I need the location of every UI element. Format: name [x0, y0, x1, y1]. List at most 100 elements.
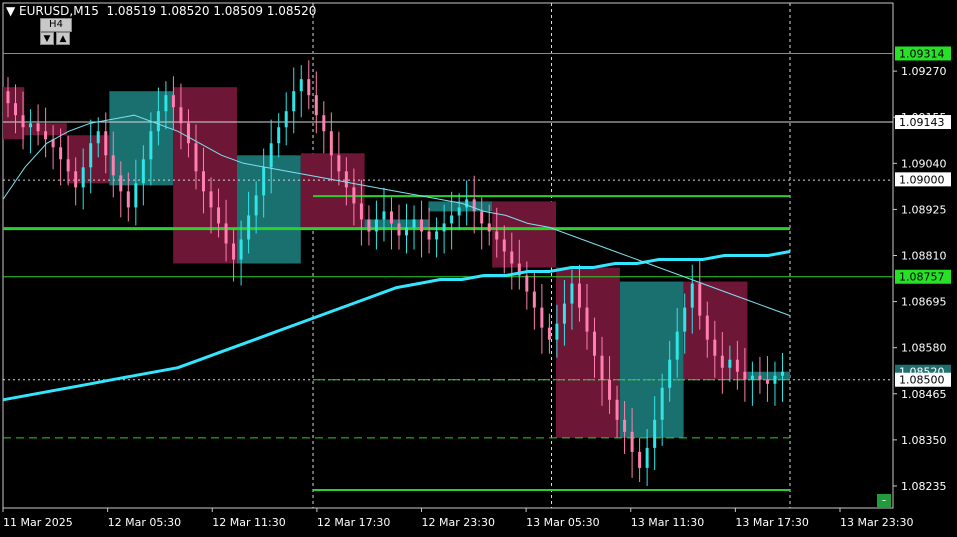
- htf-candle: [66, 135, 110, 184]
- symbol-label: EURUSD,M15: [19, 4, 99, 18]
- candle-body: [382, 211, 386, 220]
- candle-body: [81, 167, 85, 188]
- candle-body: [720, 355, 724, 368]
- candle-body: [374, 219, 378, 232]
- candle-body: [134, 183, 138, 208]
- candle-body: [600, 355, 604, 380]
- x-tick-label: 13 Mar 23:30: [840, 516, 913, 529]
- candle-body: [119, 175, 123, 192]
- price-label-text: 1.09143: [899, 116, 945, 129]
- y-tick-label: 1.08580: [901, 342, 947, 355]
- timeframe-button[interactable]: H4: [40, 18, 72, 32]
- candle-body: [412, 219, 416, 228]
- chart-canvas[interactable]: 1.092701.091551.090401.089251.088101.086…: [0, 0, 957, 533]
- candle-body: [570, 283, 574, 304]
- candle-body: [765, 379, 769, 384]
- timeframe-arrows: ▼ ▲: [40, 32, 70, 45]
- y-tick-label: 1.09040: [901, 157, 947, 170]
- htf-candle: [109, 91, 174, 186]
- candle-body: [344, 171, 348, 188]
- candle-body: [510, 251, 514, 264]
- candle-body: [126, 191, 130, 208]
- y-tick-label: 1.09270: [901, 65, 947, 78]
- candle-body: [743, 371, 747, 380]
- candle-body: [156, 111, 160, 132]
- candle-body: [540, 307, 544, 328]
- candle-body: [6, 91, 10, 104]
- candle-body: [713, 339, 717, 356]
- candle-body: [186, 123, 190, 144]
- candle-body: [615, 399, 619, 420]
- htf-candle: [556, 267, 620, 438]
- candle-body: [367, 219, 371, 232]
- candle-body: [758, 375, 762, 380]
- candle-body: [457, 207, 461, 216]
- x-tick-label: 12 Mar 11:30: [212, 516, 285, 529]
- candle-body: [465, 199, 469, 208]
- candle-body: [442, 223, 446, 232]
- htf-candle: [492, 201, 557, 268]
- candle-body: [36, 123, 40, 132]
- candle-body: [359, 203, 363, 220]
- candle-body: [690, 283, 694, 308]
- candle-body: [322, 115, 326, 132]
- candle-body: [577, 283, 581, 308]
- candle-body: [277, 127, 281, 144]
- candle-body: [224, 223, 228, 244]
- candle-body: [269, 143, 273, 168]
- candle-body: [638, 451, 642, 468]
- arrow-up-icon[interactable]: ▲: [56, 32, 70, 45]
- candle-body: [562, 303, 566, 324]
- candle-body: [450, 215, 454, 224]
- x-tick-label: 12 Mar 17:30: [317, 516, 390, 529]
- candle-body: [683, 307, 687, 332]
- x-tick-label: 13 Mar 11:30: [631, 516, 704, 529]
- htf-candle: [3, 87, 25, 140]
- candle-body: [397, 223, 401, 236]
- arrow-down-icon[interactable]: ▼: [40, 32, 54, 45]
- htf-candle: [619, 281, 684, 438]
- ohlc-readout: 1.08519 1.08520 1.08509 1.08520: [106, 4, 317, 18]
- candle-body: [525, 275, 529, 292]
- candle-body: [247, 215, 251, 240]
- candle-body: [728, 359, 732, 368]
- candle-body: [179, 107, 183, 124]
- candle-body: [653, 419, 657, 448]
- triangle-down-icon[interactable]: ▼: [6, 4, 19, 18]
- candle-body: [547, 327, 551, 340]
- candle-body: [262, 167, 266, 196]
- candle-body: [89, 143, 93, 168]
- candle-body: [284, 111, 288, 128]
- candle-body: [495, 231, 499, 240]
- y-tick-label: 1.08925: [901, 203, 947, 216]
- minimize-button[interactable]: -: [877, 494, 891, 508]
- candle-body: [735, 359, 739, 372]
- candle-body: [66, 159, 70, 172]
- candle-body: [299, 79, 303, 92]
- y-tick-label: 1.08695: [901, 296, 947, 309]
- x-tick-label: 11 Mar 2025: [3, 516, 73, 529]
- candle-body: [593, 331, 596, 356]
- candle-body: [780, 371, 784, 376]
- candle-body: [705, 315, 709, 340]
- candle-body: [773, 375, 777, 384]
- candle-body: [435, 231, 439, 240]
- candle-body: [59, 147, 63, 160]
- candle-body: [750, 375, 754, 380]
- chart-header: ▼ EURUSD,M15 1.08519 1.08520 1.08509 1.0…: [6, 4, 316, 18]
- price-chart[interactable]: 1.092701.091551.090401.089251.088101.086…: [0, 0, 957, 533]
- candle-body: [292, 91, 296, 112]
- candle-body: [254, 195, 258, 216]
- candle-body: [668, 359, 672, 388]
- candle-body: [314, 95, 318, 116]
- candle-body: [585, 307, 589, 332]
- candle-body: [329, 131, 333, 156]
- candle-body: [171, 95, 175, 108]
- candle-body: [209, 191, 213, 208]
- candle-body: [21, 115, 25, 128]
- candle-body: [194, 143, 198, 172]
- candle-body: [487, 223, 491, 232]
- candle-body: [480, 211, 484, 224]
- candle-body: [29, 123, 33, 128]
- x-tick-label: 13 Mar 05:30: [526, 516, 599, 529]
